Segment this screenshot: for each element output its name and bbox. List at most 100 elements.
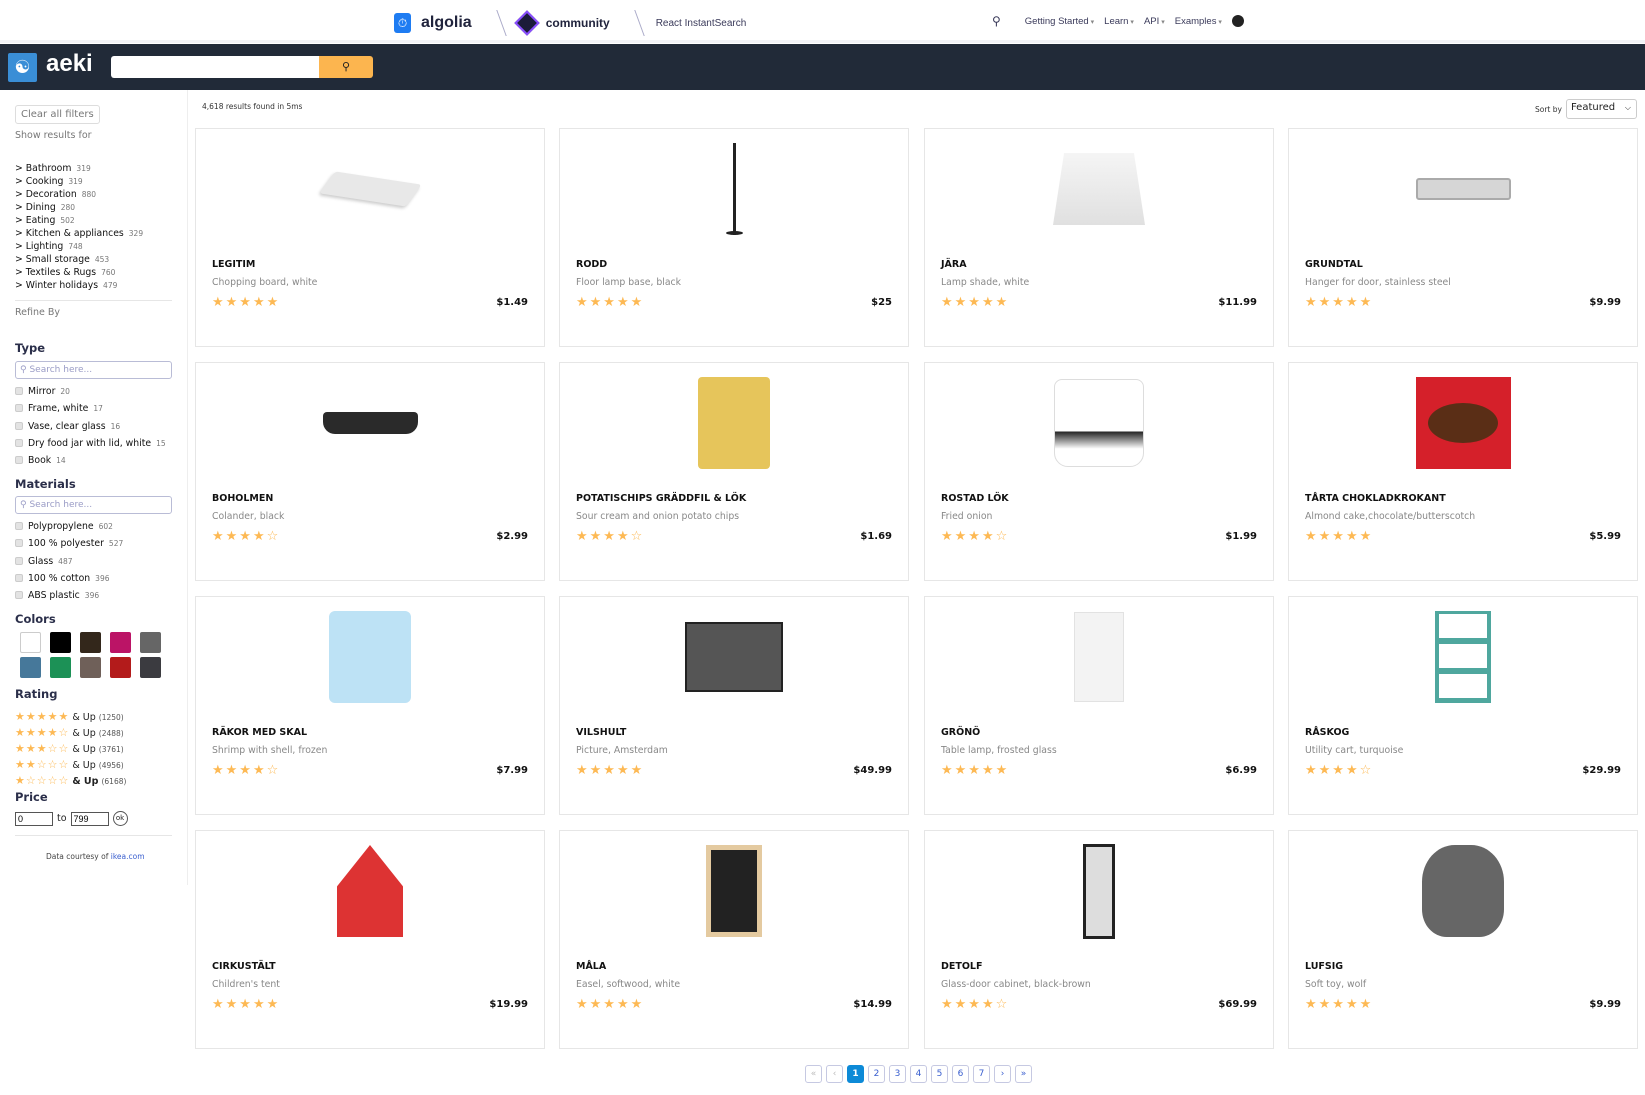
product-card[interactable]: ROSTAD LÖK Fried onion ★★★★☆ $1.99 [924, 362, 1274, 581]
color-swatch[interactable] [80, 657, 101, 678]
page-last-button[interactable]: » [1015, 1065, 1032, 1083]
search-icon[interactable]: ⚲ [992, 14, 1001, 28]
product-name[interactable]: GRUNDTAL [1305, 259, 1363, 270]
product-image[interactable] [1044, 611, 1154, 703]
color-swatch[interactable] [50, 632, 71, 653]
category-item[interactable]: > Cooking 319 [15, 175, 143, 188]
product-name[interactable]: RODD [576, 259, 607, 270]
nav-getting-started[interactable]: Getting Started [1025, 16, 1094, 27]
rating-filter-item[interactable]: ★★★★★ & Up (1250) [15, 709, 126, 725]
page-button[interactable]: 5 [931, 1065, 948, 1083]
github-icon[interactable] [1231, 15, 1244, 27]
product-image[interactable] [679, 377, 789, 469]
checkbox[interactable] [15, 591, 23, 600]
product-name[interactable]: POTATISCHIPS GRÄDDFIL & LÖK [576, 493, 746, 504]
product-image[interactable] [315, 377, 425, 469]
color-swatch[interactable] [20, 657, 41, 678]
product-name[interactable]: CIRKUSTÄLT [212, 961, 276, 972]
product-name[interactable]: MÅLA [576, 961, 606, 972]
color-swatch[interactable] [140, 632, 161, 653]
product-image[interactable] [1408, 143, 1518, 235]
rating-filter-item[interactable]: ★★☆☆☆ & Up (4956) [15, 757, 126, 773]
checkbox[interactable] [15, 421, 23, 430]
product-name[interactable]: DETOLF [941, 961, 982, 972]
page-button[interactable]: 7 [973, 1065, 990, 1083]
product-card[interactable]: DETOLF Glass-door cabinet, black-brown ★★★… [924, 830, 1274, 1049]
color-swatch[interactable] [140, 657, 161, 678]
product-name[interactable]: ROSTAD LÖK [941, 493, 1009, 504]
checkbox[interactable] [15, 539, 23, 548]
color-swatch[interactable] [110, 632, 131, 653]
type-item[interactable]: Frame, white 17 [15, 400, 166, 417]
nav-learn[interactable]: Learn [1104, 16, 1134, 27]
product-image[interactable] [679, 611, 789, 703]
checkbox[interactable] [15, 404, 23, 413]
materials-search-input[interactable]: ⚲ Search here... [15, 496, 172, 514]
product-card[interactable]: TÅRTA CHOKLADKROKANT Almond cake,chocolat… [1288, 362, 1638, 581]
type-item[interactable]: Book 14 [15, 452, 166, 469]
product-image[interactable] [1044, 377, 1154, 469]
search-input[interactable] [111, 56, 319, 78]
product-image[interactable] [315, 143, 425, 235]
product-card[interactable]: JÄRA Lamp shade, white ★★★★★ $11.99 [924, 128, 1274, 347]
nav-examples[interactable]: Examples [1175, 16, 1222, 27]
page-prev-button[interactable]: ‹ [826, 1065, 843, 1083]
product-name[interactable]: GRÖNÖ [941, 727, 980, 738]
product-card[interactable]: LUFSIG Soft toy, wolf ★★★★★ $9.99 [1288, 830, 1638, 1049]
ikea-link[interactable]: ikea.com [111, 852, 145, 861]
category-item[interactable]: > Lighting 748 [15, 240, 143, 253]
product-card[interactable]: RODD Floor lamp base, black ★★★★★ $25 [559, 128, 909, 347]
category-item[interactable]: > Bathroom 319 [15, 162, 143, 175]
nav-api[interactable]: API [1144, 16, 1165, 27]
price-min-input[interactable] [15, 811, 53, 826]
product-link[interactable]: React InstantSearch [656, 18, 747, 29]
product-card[interactable]: MÅLA Easel, softwood, white ★★★★★ $14.99 [559, 830, 909, 1049]
product-name[interactable]: LEGITIM [212, 259, 255, 270]
product-card[interactable]: GRÖNÖ Table lamp, frosted glass ★★★★★ $6.99 [924, 596, 1274, 815]
rating-filter-item[interactable]: ★☆☆☆☆ & Up (6168) [15, 773, 126, 789]
checkbox[interactable] [15, 456, 23, 465]
color-swatch[interactable] [110, 657, 131, 678]
product-name[interactable]: VILSHULT [576, 727, 626, 738]
materials-item[interactable]: 100 % polyester 527 [15, 535, 123, 552]
type-search-input[interactable]: ⚲ Search here... [15, 361, 172, 379]
type-item[interactable]: Dry food jar with lid, white 15 [15, 435, 166, 452]
category-item[interactable]: > Winter holidays 479 [15, 279, 143, 292]
product-card[interactable]: POTATISCHIPS GRÄDDFIL & LÖK Sour cream an… [559, 362, 909, 581]
product-name[interactable]: RÅSKOG [1305, 727, 1349, 738]
product-name[interactable]: RÄKOR MED SKAL [212, 727, 307, 738]
page-first-button[interactable]: « [805, 1065, 822, 1083]
product-name[interactable]: TÅRTA CHOKLADKROKANT [1305, 493, 1446, 504]
color-swatch[interactable] [80, 632, 101, 653]
product-image[interactable] [315, 845, 425, 937]
category-item[interactable]: > Decoration 880 [15, 188, 143, 201]
product-card[interactable]: RÅSKOG Utility cart, turquoise ★★★★☆ $29.99 [1288, 596, 1638, 815]
brand-name[interactable]: aeki [46, 50, 93, 78]
product-card[interactable]: LEGITIM Chopping board, white ★★★★★ $1.49 [195, 128, 545, 347]
category-item[interactable]: > Small storage 453 [15, 253, 143, 266]
product-card[interactable]: RÄKOR MED SKAL Shrimp with shell, frozen ★… [195, 596, 545, 815]
product-image[interactable] [1408, 377, 1518, 469]
category-item[interactable]: > Dining 280 [15, 201, 143, 214]
checkbox[interactable] [15, 522, 23, 530]
color-swatch[interactable] [50, 657, 71, 678]
product-card[interactable]: GRUNDTAL Hanger for door, stainless steel… [1288, 128, 1638, 347]
community-link[interactable]: community [546, 16, 610, 30]
product-image[interactable] [679, 845, 789, 937]
product-name[interactable]: JÄRA [941, 259, 967, 270]
product-card[interactable]: VILSHULT Picture, Amsterdam ★★★★★ $49.99 [559, 596, 909, 815]
page-button[interactable]: 1 [847, 1065, 864, 1083]
materials-item[interactable]: Glass 487 [15, 553, 123, 570]
page-button[interactable]: 6 [952, 1065, 969, 1083]
rating-filter-item[interactable]: ★★★☆☆ & Up (3761) [15, 741, 126, 757]
algolia-link[interactable]: algolia [421, 14, 472, 32]
product-name[interactable]: BOHOLMEN [212, 493, 273, 504]
product-name[interactable]: LUFSIG [1305, 961, 1343, 972]
product-image[interactable] [1044, 143, 1154, 235]
page-next-button[interactable]: › [994, 1065, 1011, 1083]
checkbox[interactable] [15, 387, 23, 395]
price-ok-button[interactable]: ok [112, 811, 128, 826]
clear-filters-button[interactable]: Clear all filters [15, 105, 100, 124]
category-item[interactable]: > Eating 502 [15, 214, 143, 227]
sort-select[interactable]: Featured [1565, 99, 1637, 119]
